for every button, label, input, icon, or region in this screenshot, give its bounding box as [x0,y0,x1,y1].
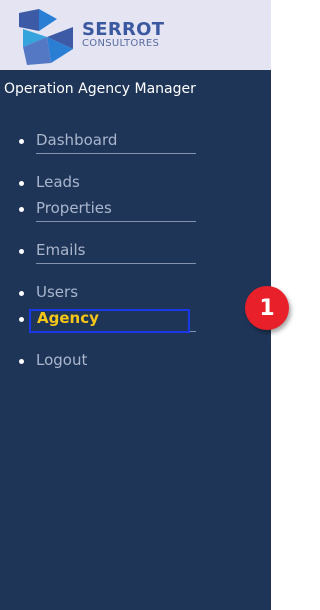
nav-item-logout[interactable]: Logout [19,350,196,372]
nav-underline [36,153,196,154]
nav-item-users[interactable]: Users [19,282,196,304]
nav-label[interactable]: Emails [36,240,85,260]
bullet-icon [19,291,24,296]
nav-label[interactable]: Users [36,282,78,302]
nav-label[interactable]: Dashboard [36,130,117,150]
brand-subtitle: CONSULTORES [82,38,160,49]
highlight-box [29,309,190,333]
bullet-icon [19,359,24,364]
nav-label[interactable]: Leads [36,172,80,192]
bullet-icon [19,181,24,186]
app-title: Operation Agency Manager [4,81,196,97]
sidebar: SERROT CONSULTORES Operation Agency Mana… [0,0,271,610]
nav-item-leads[interactable]: Leads [19,172,196,194]
nav-label[interactable]: Properties [36,198,112,218]
bullet-icon [19,249,24,254]
nav-item-properties[interactable]: Properties [19,198,196,222]
nav-underline [36,221,196,222]
bullet-icon [19,207,24,212]
bullet-icon [19,139,24,144]
logo-icon [19,9,73,65]
nav-item-emails[interactable]: Emails [19,240,196,264]
step-badge: 1 [245,286,289,330]
nav-item-dashboard[interactable]: Dashboard [19,130,196,154]
bullet-icon [19,317,24,322]
nav-label[interactable]: Logout [36,350,87,370]
brand-name: SERROT [82,19,165,40]
logo-area: SERROT CONSULTORES [0,0,271,70]
nav-underline [36,263,196,264]
